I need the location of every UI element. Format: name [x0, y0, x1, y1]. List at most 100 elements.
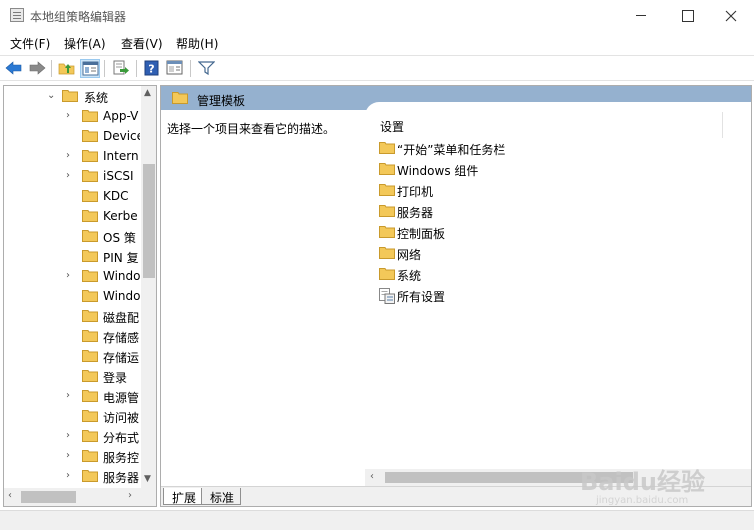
scroll-left-arrow-icon[interactable]: ‹: [8, 490, 12, 501]
tree-item-label: 系统: [84, 91, 109, 105]
tree-item[interactable]: PIN 复: [4, 246, 140, 266]
menu-view[interactable]: 查看(V): [121, 35, 163, 52]
tree-item[interactable]: 登录: [4, 366, 140, 386]
list-item-label: 网络: [397, 248, 422, 262]
folder-icon: [379, 162, 395, 178]
column-separator[interactable]: [722, 112, 723, 138]
settings-list: 设置 “开始”菜单和任务栏 Windows 组件打印机服务器控制面板网络系统所有设…: [365, 102, 751, 472]
tree-item[interactable]: 存储运: [4, 346, 140, 366]
tree-item[interactable]: › Windo: [4, 266, 140, 286]
list-item[interactable]: 网络: [379, 243, 709, 263]
filter-icon: [198, 61, 215, 76]
folder-icon: [82, 349, 98, 365]
chevron-right-icon[interactable]: ›: [66, 430, 76, 442]
folder-icon: [82, 229, 98, 245]
list-item-label: 控制面板: [397, 227, 446, 241]
toolbar-separator: [136, 60, 137, 77]
menu-file[interactable]: 文件(F): [10, 35, 50, 52]
tree-item[interactable]: 存储感: [4, 326, 140, 346]
list-item[interactable]: 系统: [379, 264, 709, 284]
show-hide-tree-button[interactable]: [80, 59, 100, 78]
tree-item[interactable]: › iSCSI: [4, 166, 140, 186]
tree-item[interactable]: › App-V: [4, 106, 140, 126]
folder-icon: [82, 469, 98, 485]
column-header-setting[interactable]: 设置: [380, 118, 404, 135]
tree-item[interactable]: 访问被: [4, 406, 140, 426]
back-button[interactable]: [4, 59, 24, 78]
all-settings-icon: [379, 288, 395, 307]
list-item[interactable]: “开始”菜单和任务栏: [379, 138, 709, 158]
tree-item[interactable]: KDC: [4, 186, 140, 206]
folder-icon: [82, 269, 98, 285]
tree-item[interactable]: › 服务控: [4, 446, 140, 466]
up-folder-button[interactable]: [57, 59, 77, 78]
tree-item[interactable]: › 服务器: [4, 466, 140, 486]
list-item-label: 打印机: [397, 185, 434, 199]
menu-help[interactable]: 帮助(H): [176, 35, 218, 52]
filter-button[interactable]: [197, 59, 217, 78]
menu-bar: 文件(F) 操作(A) 查看(V) 帮助(H): [0, 32, 754, 54]
scroll-down-arrow-icon[interactable]: ▼: [144, 474, 151, 484]
tree-item-label: Windo: [103, 289, 140, 303]
tab-extended[interactable]: 扩展: [163, 488, 204, 505]
scroll-up-arrow-icon[interactable]: ▲: [144, 88, 151, 98]
folder-icon: [82, 209, 98, 225]
forward-button[interactable]: [27, 59, 47, 78]
list-item-label: “开始”菜单和任务栏: [397, 143, 506, 157]
chevron-right-icon[interactable]: ›: [66, 150, 76, 162]
folder-icon: [82, 249, 98, 265]
list-item[interactable]: Windows 组件: [379, 159, 709, 179]
chevron-right-icon[interactable]: ›: [66, 270, 76, 282]
tree-item[interactable]: Device: [4, 126, 140, 146]
tree-horizontal-scrollbar[interactable]: ‹ ›: [4, 488, 141, 506]
tree-item[interactable]: › 电源管: [4, 386, 140, 406]
tree-hscroll-thumb[interactable]: [21, 491, 76, 503]
folder-icon: [62, 89, 78, 105]
tree-item[interactable]: › Intern: [4, 146, 140, 166]
chevron-right-icon[interactable]: ›: [66, 110, 76, 122]
properties-button[interactable]: [165, 59, 185, 78]
list-item[interactable]: 服务器: [379, 201, 709, 221]
folder-icon: [82, 309, 98, 325]
chevron-right-icon[interactable]: ›: [66, 450, 76, 462]
scroll-right-arrow-icon[interactable]: ›: [128, 490, 132, 501]
tree-item[interactable]: Kerbe: [4, 206, 140, 226]
tree-item-label: 存储感: [103, 331, 140, 345]
tree-pane[interactable]: ⌄ 系统 › App-V Device › Intern › iSCSI KDC Kerbe OS 策…: [3, 85, 157, 507]
list-item[interactable]: 控制面板: [379, 222, 709, 242]
tree-scroll-thumb[interactable]: [143, 164, 155, 278]
show-hide-tree-icon: [82, 61, 99, 76]
maximize-button[interactable]: [664, 0, 710, 31]
minimize-button[interactable]: [618, 0, 664, 31]
list-item[interactable]: 打印机: [379, 180, 709, 200]
chevron-right-icon[interactable]: ›: [66, 390, 76, 402]
folder-icon: [82, 369, 98, 385]
close-icon: [725, 10, 737, 22]
tree-vertical-scrollbar[interactable]: ▲ ▼: [141, 86, 156, 488]
tree-item[interactable]: OS 策: [4, 226, 140, 246]
menu-action[interactable]: 操作(A): [64, 35, 106, 52]
chevron-right-icon[interactable]: ›: [66, 470, 76, 482]
toolbar: ?: [0, 55, 754, 81]
list-item-label: 所有设置: [397, 290, 446, 304]
tree-item[interactable]: Windo: [4, 286, 140, 306]
tab-standard[interactable]: 标准: [201, 488, 242, 505]
tree-item[interactable]: ⌄ 系统: [4, 86, 140, 106]
chevron-right-icon[interactable]: ›: [66, 170, 76, 182]
folder-icon: [379, 204, 395, 220]
export-list-button[interactable]: [111, 59, 131, 78]
description-text: 选择一个项目来查看它的描述。: [167, 122, 336, 136]
help-button[interactable]: ?: [142, 59, 162, 78]
close-button[interactable]: [708, 0, 754, 31]
tree-item[interactable]: › 分布式: [4, 426, 140, 446]
folder-icon: [172, 92, 188, 104]
svg-text:?: ?: [148, 63, 154, 76]
up-folder-icon: [58, 63, 75, 75]
scroll-left-arrow-icon[interactable]: ‹: [370, 471, 374, 482]
tree-item-label: Kerbe: [103, 209, 138, 223]
chevron-down-icon[interactable]: ⌄: [47, 90, 57, 102]
list-item[interactable]: 所有设置: [379, 285, 709, 305]
toolbar-separator: [51, 60, 52, 77]
folder-icon: [82, 409, 98, 425]
tree-item[interactable]: 磁盘配: [4, 306, 140, 326]
